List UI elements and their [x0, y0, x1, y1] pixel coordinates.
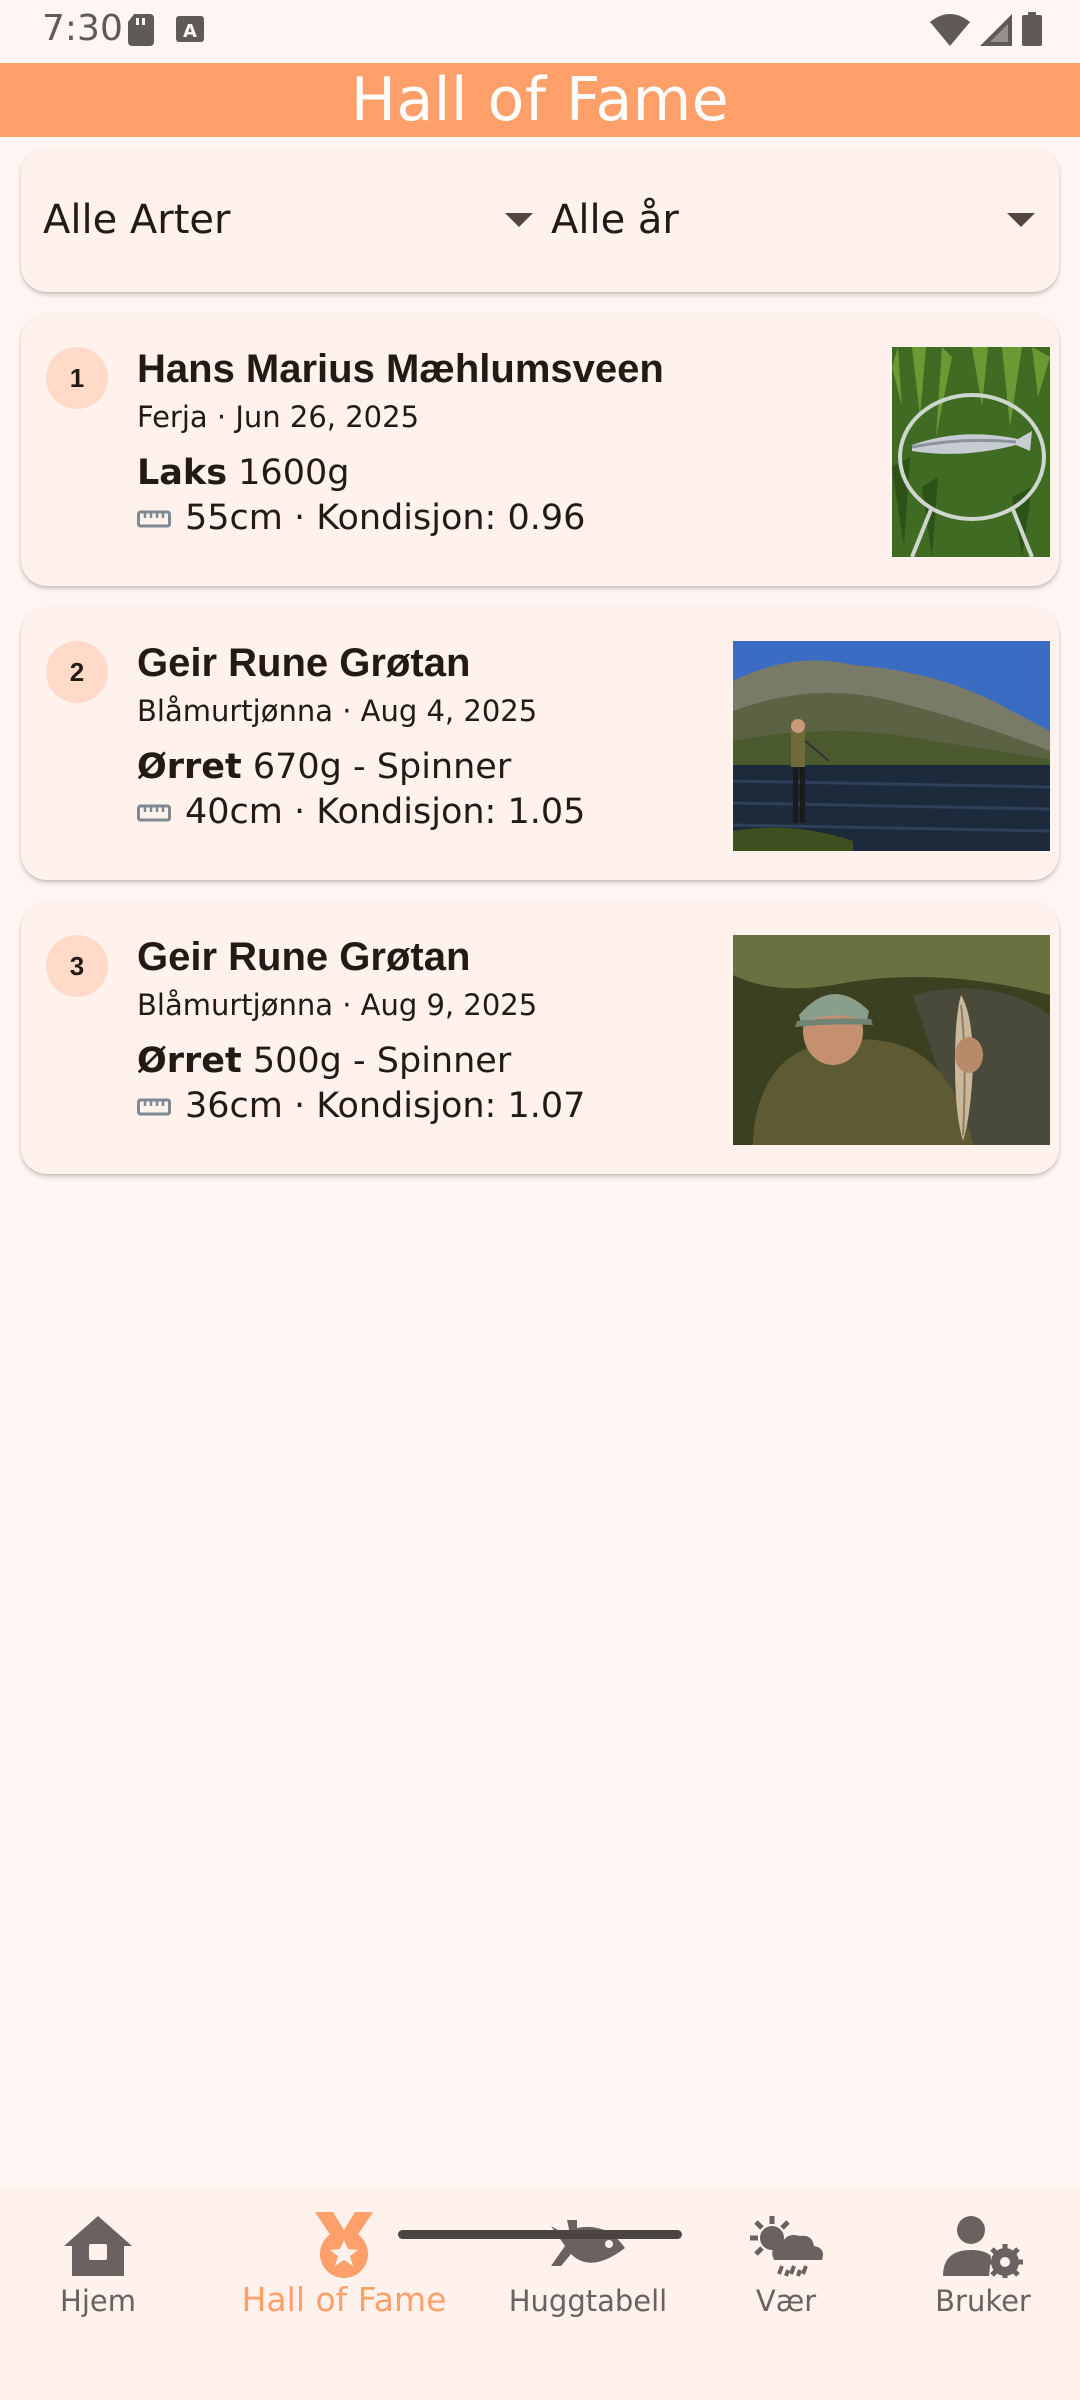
rank-badge: 2: [46, 641, 108, 703]
catch-photo[interactable]: [733, 641, 1050, 851]
keyboard-a-icon: A: [176, 14, 204, 51]
date: Jun 26, 2025: [235, 400, 420, 434]
nav-label-home: Hjem: [60, 2284, 136, 2318]
species-dropdown-value: Alle Arter: [43, 197, 231, 243]
status-bar: 7:30 A: [0, 0, 1080, 63]
catch-photo[interactable]: [733, 935, 1050, 1145]
species-name: Ørret: [137, 747, 242, 787]
date: Aug 9, 2025: [360, 988, 538, 1022]
app-bar: Hall of Fame: [0, 63, 1080, 137]
species-dropdown[interactable]: Alle Arter: [43, 184, 539, 256]
sd-card-icon: [128, 14, 154, 51]
catch-info: Laks 1600g: [137, 453, 349, 493]
status-time: 7:30: [42, 8, 123, 49]
weather-icon: [746, 2210, 826, 2282]
hall-of-fame-entry[interactable]: 2 Geir Rune Grøtan Blåmurtjønna · Aug 4,…: [21, 608, 1059, 880]
fish-icon: [551, 2210, 625, 2282]
medal-icon: [311, 2210, 377, 2282]
year-dropdown[interactable]: Alle år: [551, 184, 1041, 256]
nav-label-huggtabell: Huggtabell: [508, 2284, 668, 2318]
nav-label-weather: Vær: [755, 2284, 817, 2318]
home-icon: [62, 2210, 134, 2282]
size-detail: 40cm · Kondisjon: 1.05: [185, 792, 586, 832]
angler-name: Hans Marius Mæhlumsveen: [137, 347, 664, 391]
size-detail: 55cm · Kondisjon: 0.96: [185, 498, 586, 538]
size-info: 55cm · Kondisjon: 0.96: [137, 498, 585, 538]
svg-text:A: A: [183, 21, 197, 42]
ruler-icon: [137, 1086, 171, 1126]
location-date: Blåmurtjønna · Aug 9, 2025: [137, 988, 538, 1022]
angler-name: Geir Rune Grøtan: [137, 641, 471, 685]
nav-item-weather[interactable]: Vær: [686, 2210, 886, 2330]
rank-badge: 3: [46, 935, 108, 997]
hall-of-fame-entry[interactable]: 1 Hans Marius Mæhlumsveen Ferja · Jun 26…: [21, 314, 1059, 586]
rank-badge: 1: [46, 347, 108, 409]
location: Ferja: [137, 400, 208, 434]
nav-item-huggtabell[interactable]: Huggtabell: [488, 2210, 688, 2330]
species-name: Ørret: [137, 1041, 242, 1081]
species-name: Laks: [137, 453, 228, 493]
bottom-navigation: Hjem Hall of Fame Huggtabell Vær Bruker: [0, 2186, 1080, 2400]
nav-item-home[interactable]: Hjem: [0, 2210, 198, 2330]
catch-info: Ørret 500g - Spinner: [137, 1041, 511, 1081]
page-title: Hall of Fame: [350, 65, 730, 135]
ruler-icon: [137, 792, 171, 832]
ruler-icon: [137, 498, 171, 538]
size-info: 36cm · Kondisjon: 1.07: [137, 1086, 585, 1126]
dropdown-arrow-icon: [1007, 213, 1035, 227]
weight-detail: 670g - Spinner: [241, 747, 512, 787]
nav-item-user[interactable]: Bruker: [883, 2210, 1080, 2330]
gesture-navigation-bar[interactable]: [398, 2230, 682, 2239]
nav-item-hall-of-fame[interactable]: Hall of Fame: [241, 2210, 447, 2330]
year-dropdown-value: Alle år: [551, 197, 679, 243]
weight-detail: 1600g: [227, 453, 350, 493]
hall-of-fame-entry[interactable]: 3 Geir Rune Grøtan Blåmurtjønna · Aug 9,…: [21, 902, 1059, 1174]
user-settings-icon: [941, 2210, 1025, 2282]
angler-name: Geir Rune Grøtan: [137, 935, 471, 979]
wifi-icon: [930, 14, 970, 51]
filter-card: Alle Arter Alle år: [21, 148, 1059, 292]
size-info: 40cm · Kondisjon: 1.05: [137, 792, 585, 832]
cell-signal-icon: [980, 14, 1012, 51]
weight-detail: 500g - Spinner: [241, 1041, 512, 1081]
catch-info: Ørret 670g - Spinner: [137, 747, 511, 787]
size-detail: 36cm · Kondisjon: 1.07: [185, 1086, 586, 1126]
location: Blåmurtjønna: [137, 694, 333, 728]
location-date: Blåmurtjønna · Aug 4, 2025: [137, 694, 538, 728]
battery-icon: [1022, 12, 1042, 51]
date: Aug 4, 2025: [360, 694, 538, 728]
catch-photo[interactable]: [892, 347, 1050, 557]
nav-label-hall-of-fame: Hall of Fame: [241, 2280, 447, 2319]
dropdown-arrow-icon: [505, 213, 533, 227]
location-date: Ferja · Jun 26, 2025: [137, 400, 420, 434]
nav-label-user: Bruker: [935, 2284, 1031, 2318]
location: Blåmurtjønna: [137, 988, 333, 1022]
